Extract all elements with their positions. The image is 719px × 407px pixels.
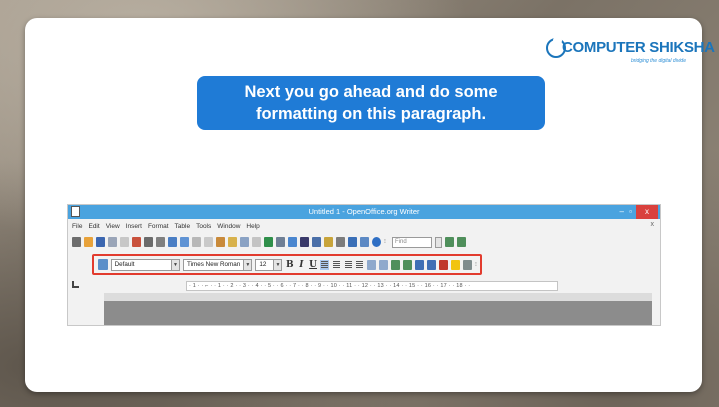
menu-file[interactable]: File [72, 223, 82, 230]
highlighting-icon[interactable] [450, 259, 460, 270]
print-preview-icon[interactable] [156, 237, 165, 247]
table-icon[interactable] [276, 237, 285, 247]
writer-window: Untitled 1 - OpenOffice.org Writer – ▫ x… [67, 204, 661, 326]
slide-card: COMPUTER SHIKSHA bridging the digital di… [25, 18, 715, 392]
instruction-banner: Next you go ahead and do some formatting… [197, 76, 545, 130]
chevron-down-icon[interactable]: ▼ [243, 259, 252, 270]
open-icon[interactable] [84, 237, 93, 247]
bullets-icon[interactable] [378, 259, 388, 270]
page-top-margin [104, 293, 652, 301]
formatting-toolbar: Default ▼ Times New Roman ▼ 12 ▼ B I U ⁝ [92, 254, 482, 275]
gallery-icon[interactable] [324, 237, 333, 247]
numbering-icon[interactable] [366, 259, 376, 270]
close-document-icon[interactable]: x [651, 221, 655, 228]
hyperlink-icon[interactable] [264, 237, 273, 247]
menu-bar: File Edit View Insert Format Table Tools… [68, 219, 660, 233]
font-size-select[interactable]: 12 ▼ [255, 258, 283, 271]
zoom-icon[interactable] [360, 237, 369, 247]
find-dropdown-arrow[interactable] [435, 236, 442, 248]
find-next-icon[interactable] [445, 237, 454, 247]
copy-icon[interactable] [204, 237, 213, 247]
export-pdf-icon[interactable] [132, 237, 141, 247]
align-center-icon[interactable] [332, 259, 341, 270]
find-replace-icon[interactable] [300, 237, 309, 247]
background-color-icon[interactable] [462, 259, 472, 270]
toolbar-overflow-icon[interactable]: ⁝ [384, 237, 389, 247]
menu-tools[interactable]: Tools [196, 223, 211, 230]
cut-icon[interactable] [192, 237, 201, 247]
help-icon[interactable] [372, 237, 381, 247]
styles-formatting-icon[interactable] [98, 259, 108, 270]
font-color-icon[interactable] [438, 259, 448, 270]
clone-formatting-icon[interactable] [228, 237, 237, 247]
undo-icon[interactable] [240, 237, 249, 247]
brand-tagline: bridging the digital divide [630, 58, 686, 64]
justify-icon[interactable] [355, 259, 364, 270]
minimize-button[interactable]: – [620, 207, 624, 216]
menu-edit[interactable]: Edit [88, 223, 99, 230]
menu-help[interactable]: Help [246, 223, 259, 230]
menu-insert[interactable]: Insert [126, 223, 142, 230]
menu-window[interactable]: Window [217, 223, 240, 230]
maximize-button[interactable]: ▫ [629, 207, 632, 216]
toolbar-overflow-icon[interactable]: ⁝ [475, 260, 480, 270]
find-input[interactable]: Find [392, 236, 432, 248]
show-draw-functions-icon[interactable] [288, 237, 297, 247]
save-icon[interactable] [96, 237, 105, 247]
menu-view[interactable]: View [106, 223, 120, 230]
menu-table[interactable]: Table [175, 223, 191, 230]
font-name-value: Times New Roman [186, 260, 241, 268]
tab-stop-icon[interactable] [72, 281, 79, 288]
align-left-icon[interactable] [320, 259, 330, 270]
paste-icon[interactable] [216, 237, 225, 247]
increase-indent-icon[interactable] [402, 259, 412, 270]
document-area[interactable] [104, 301, 652, 325]
nonprinting-chars-icon[interactable] [348, 237, 357, 247]
align-right-icon[interactable] [343, 259, 353, 270]
new-document-icon[interactable] [72, 237, 81, 247]
spellcheck-icon[interactable] [168, 237, 177, 247]
close-button[interactable]: x [636, 205, 658, 219]
redo-icon[interactable] [252, 237, 261, 247]
font-name-select[interactable]: Times New Roman ▼ [182, 258, 253, 271]
text-direction-rtl-icon[interactable] [426, 259, 436, 270]
print-icon[interactable] [144, 237, 153, 247]
text-direction-ltr-icon[interactable] [414, 259, 424, 270]
email-icon[interactable] [108, 237, 117, 247]
brand-name: COMPUTER SHIKSHA [562, 39, 715, 56]
ruler-row: · 1 · · ⌐ · · 1 · · 2 · · 3 · · 4 · · 5 … [68, 279, 660, 293]
brand-logo-block: COMPUTER SHIKSHA bridging the digital di… [546, 34, 715, 70]
window-title: Untitled 1 - OpenOffice.org Writer [308, 207, 420, 216]
horizontal-ruler[interactable]: · 1 · · ⌐ · · 1 · · 2 · · 3 · · 4 · · 5 … [186, 281, 558, 291]
window-titlebar[interactable]: Untitled 1 - OpenOffice.org Writer – ▫ x [68, 205, 660, 219]
menu-format[interactable]: Format [148, 223, 169, 230]
font-size-value: 12 [259, 260, 267, 268]
instruction-text: Next you go ahead and do some formatting… [244, 83, 498, 123]
find-previous-icon[interactable] [457, 237, 466, 247]
edit-file-icon[interactable] [120, 237, 129, 247]
paragraph-style-select[interactable]: Default ▼ [110, 258, 180, 271]
bold-button[interactable]: B [285, 260, 294, 270]
underline-button[interactable]: U [309, 260, 318, 270]
decrease-indent-icon[interactable] [390, 259, 400, 270]
navigator-icon[interactable] [312, 237, 321, 247]
italic-button[interactable]: I [297, 260, 306, 270]
standard-toolbar: ⁝ Find [68, 233, 660, 251]
paragraph-style-value: Default [114, 260, 135, 268]
chevron-down-icon[interactable]: ▼ [170, 259, 179, 270]
autospellcheck-icon[interactable] [180, 237, 189, 247]
data-sources-icon[interactable] [336, 237, 345, 247]
chevron-down-icon[interactable]: ▼ [273, 259, 282, 270]
